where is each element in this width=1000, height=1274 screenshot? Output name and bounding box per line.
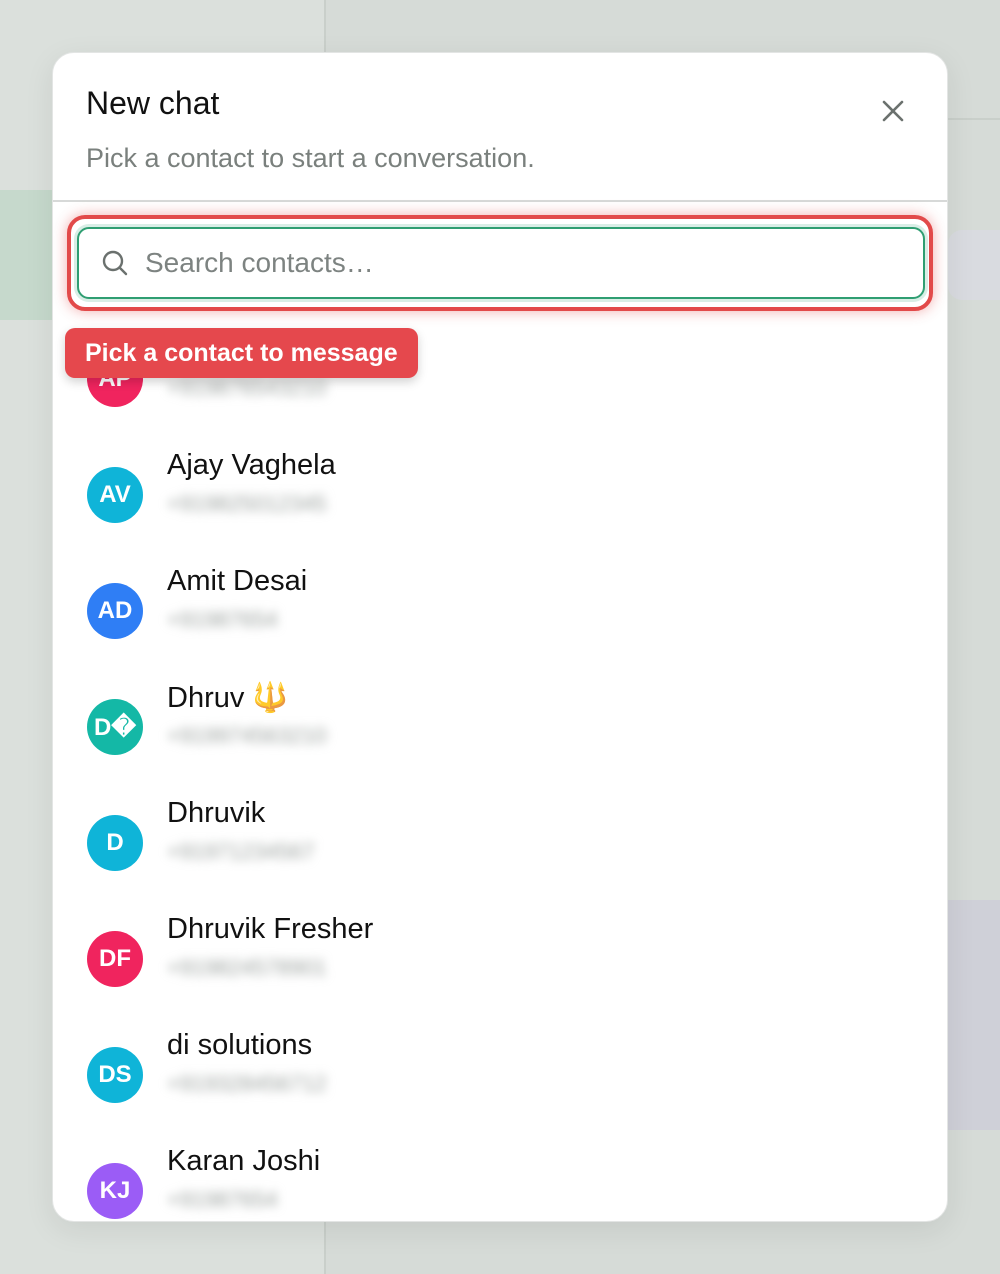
contact-name: Dhruvik	[167, 797, 266, 829]
contact-name: Dhruv 🔱	[167, 682, 289, 714]
close-icon	[882, 100, 904, 122]
dialog-subtitle: Pick a contact to start a conversation.	[86, 143, 535, 173]
contact-phone: +919825012345	[167, 491, 327, 516]
contact-item[interactable]: KJ Karan Joshi +91987654	[87, 1145, 917, 1221]
contact-name: Ajay Vaghela	[167, 449, 336, 481]
contact-phone: +919974563210	[167, 723, 327, 748]
contact-phone: +919824578901	[167, 955, 327, 980]
contact-name: Amit Desai	[167, 565, 308, 597]
dialog-header: New chat Pick a contact to start a conve…	[53, 53, 947, 202]
contact-avatar: AD	[87, 583, 143, 639]
dialog-title: New chat	[86, 85, 220, 121]
contact-avatar: DS	[87, 1047, 143, 1103]
search-field[interactable]	[77, 227, 925, 299]
contact-avatar: D	[87, 815, 143, 871]
new-chat-dialog: New chat Pick a contact to start a conve…	[52, 52, 948, 1222]
contact-item[interactable]: AD Amit Desai +91987654	[87, 565, 917, 683]
search-icon	[102, 250, 128, 276]
contact-item[interactable]: AV Ajay Vaghela +919825012345	[87, 449, 917, 567]
contact-phone: +919876543210	[167, 375, 327, 400]
close-button[interactable]	[879, 97, 907, 125]
background-card	[948, 900, 1000, 1130]
search-input[interactable]	[145, 247, 905, 279]
contact-item[interactable]: D Dhruvik +91971234567	[87, 797, 917, 915]
contact-phone: +91971234567	[167, 839, 315, 864]
contact-avatar: D�	[87, 699, 143, 755]
contact-item[interactable]: DS di solutions +919328456712	[87, 1029, 917, 1147]
contact-phone: +91987654	[167, 1187, 278, 1212]
contact-item[interactable]: D� Dhruv 🔱 +919974563210	[87, 682, 917, 799]
contact-avatar: KJ	[87, 1163, 143, 1219]
contact-name: di solutions	[167, 1029, 313, 1061]
background-highlight	[0, 190, 60, 320]
validation-tooltip: Pick a contact to message	[65, 328, 418, 378]
contact-item[interactable]: DF Dhruvik Fresher +919824578901	[87, 913, 917, 1031]
contact-name: Karan Joshi	[167, 1145, 321, 1177]
contact-phone: +919328456712	[167, 1071, 327, 1096]
contact-phone: +91987654	[167, 607, 278, 632]
contact-avatar: DF	[87, 931, 143, 987]
background-pill	[948, 230, 1000, 300]
contact-avatar: AV	[87, 467, 143, 523]
contact-name: Dhruvik Fresher	[167, 913, 374, 945]
